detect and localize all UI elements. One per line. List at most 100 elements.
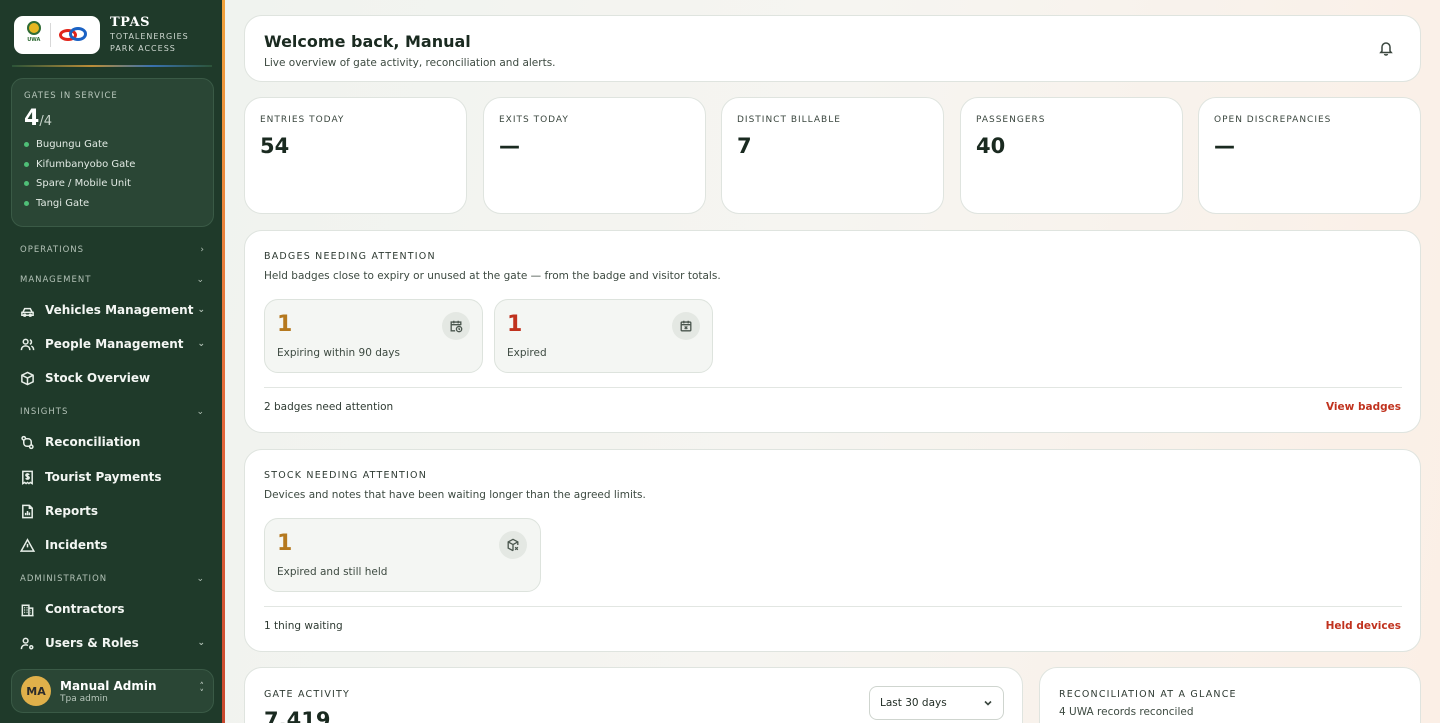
logo-divider: [50, 22, 52, 47]
chevron-down-icon: ⌄: [196, 275, 205, 285]
receipt-icon: [20, 470, 35, 485]
stat-label: PASSENGERS: [976, 115, 1046, 125]
gate-item: Tangi Gate: [24, 194, 201, 214]
gate-name: Tangi Gate: [36, 197, 90, 209]
date-range-value: Last 30 days: [880, 697, 947, 709]
page-subtitle: Live overview of gate activity, reconcil…: [264, 57, 556, 69]
divider: [264, 387, 1402, 388]
stat-label: DISTINCT BILLABLE: [737, 115, 841, 125]
tile-value: 1: [277, 312, 293, 337]
stock-attention-card: STOCK NEEDING ATTENTION Devices and note…: [244, 449, 1421, 652]
users-icon: [20, 337, 35, 352]
stat-value: —: [1214, 134, 1235, 158]
gates-count-total: /4: [39, 114, 52, 129]
gate-activity-card: GATE ACTIVITY 7,419 Last 30 days: [244, 667, 1023, 723]
totalenergies-logo-icon: [57, 23, 91, 47]
brand-title: TPAS: [110, 15, 150, 30]
stat-label: OPEN DISCREPANCIES: [1214, 115, 1332, 125]
sidebar-item-stock[interactable]: Stock Overview: [20, 367, 205, 389]
chevron-down-icon: ⌄: [196, 407, 205, 417]
sidebar-item-label: Reports: [45, 504, 99, 518]
sidebar-item-incidents[interactable]: Incidents: [20, 534, 205, 556]
stat-card-open-discrepancies: OPEN DISCREPANCIES —: [1198, 97, 1421, 214]
sidebar-item-users-roles[interactable]: Users & Roles ⌄: [20, 632, 205, 654]
badges-expired-tile[interactable]: 1 Expired: [494, 299, 713, 373]
section-title: BADGES NEEDING ATTENTION: [264, 251, 436, 262]
brand-subtitle-2: PARK ACCESS: [110, 44, 176, 53]
stat-card-passengers: PASSENGERS 40: [960, 97, 1183, 214]
chevron-down-icon: [984, 700, 992, 706]
sidebar-item-reconciliation[interactable]: Reconciliation: [20, 431, 205, 453]
badges-footer-text: 2 badges need attention: [264, 401, 394, 413]
sidebar-item-vehicles[interactable]: Vehicles Management ⌄: [20, 299, 205, 321]
gate-status-dot: [24, 200, 29, 206]
gate-name: Spare / Mobile Unit: [36, 178, 131, 190]
chevron-right-icon: ›: [200, 245, 205, 255]
bell-icon[interactable]: [1378, 40, 1394, 56]
car-icon: [20, 303, 35, 318]
sidebar-item-people[interactable]: People Management ⌄: [20, 333, 205, 355]
sidebar-item-label: Contractors: [45, 602, 125, 616]
user-role: Tpa admin: [60, 693, 108, 704]
user-cog-icon: [20, 636, 35, 651]
sidebar-item-contractors[interactable]: Contractors: [20, 598, 205, 620]
stat-value: 54: [260, 134, 290, 158]
section-title: STOCK NEEDING ATTENTION: [264, 470, 428, 481]
sidebar-item-label: Stock Overview: [45, 371, 151, 385]
sidebar-accent-edge: [222, 0, 225, 723]
gate-status-dot: [24, 161, 29, 167]
sidebar-item-reports[interactable]: Reports: [20, 500, 205, 522]
calendar-clock-icon: [442, 312, 470, 340]
welcome-card: Welcome back, Manual Live overview of ga…: [244, 15, 1421, 82]
tile-label: Expired: [507, 347, 547, 359]
sidebar-item-label: People Management: [45, 337, 184, 351]
file-chart-icon: [20, 504, 35, 519]
user-name: Manual Admin: [60, 678, 157, 693]
section-subtitle: 4 UWA records reconciled: [1059, 706, 1194, 718]
gate-list: Bugungu Gate Kifumbanyobo Gate Spare / M…: [24, 135, 201, 213]
tile-label: Expired and still held: [277, 566, 388, 578]
gate-status-dot: [24, 142, 29, 148]
section-title: RECONCILIATION AT A GLANCE: [1059, 689, 1237, 700]
gate-name: Bugungu Gate: [36, 139, 109, 151]
gate-item: Bugungu Gate: [24, 135, 201, 155]
nav-section-operations[interactable]: OPERATIONS ›: [20, 245, 205, 255]
held-devices-link[interactable]: Held devices: [1326, 620, 1401, 632]
nav-section-management[interactable]: MANAGEMENT ⌄: [20, 275, 205, 285]
stat-label: EXITS TODAY: [499, 115, 569, 125]
nav-section-administration[interactable]: ADMINISTRATION ⌄: [20, 574, 205, 584]
badges-attention-card: BADGES NEEDING ATTENTION Held badges clo…: [244, 230, 1421, 433]
nav-section-insights[interactable]: INSIGHTS ⌄: [20, 407, 205, 417]
brand-text: TPAS TOTALENERGIES PARK ACCESS: [110, 15, 189, 54]
brand-subtitle-1: TOTALENERGIES: [110, 32, 189, 41]
sidebar-item-label: Vehicles Management: [45, 303, 194, 317]
chevron-down-icon: ⌄: [197, 638, 205, 648]
sidebar-item-label: Reconciliation: [45, 435, 141, 449]
gate-item: Kifumbanyobo Gate: [24, 155, 201, 175]
reconciliation-glance-card: RECONCILIATION AT A GLANCE 4 UWA records…: [1039, 667, 1421, 723]
stat-value: —: [499, 134, 520, 158]
git-compare-icon: [20, 435, 35, 450]
view-badges-link[interactable]: View badges: [1326, 401, 1401, 413]
package-icon: [20, 371, 35, 386]
stat-label: ENTRIES TODAY: [260, 115, 345, 125]
sidebar-item-label: Incidents: [45, 538, 108, 552]
user-menu[interactable]: MA Manual Admin Tpa admin ˄ ˅: [11, 669, 214, 713]
gates-in-service-card: GATES IN SERVICE 4/4 Bugungu Gate Kifumb…: [11, 78, 214, 227]
tile-value: 1: [507, 312, 523, 337]
building-icon: [20, 602, 35, 617]
sidebar-item-label: Users & Roles: [45, 636, 139, 650]
sidebar-item-tourist-payments[interactable]: Tourist Payments: [20, 466, 205, 488]
package-x-icon: [499, 531, 527, 559]
nav-section-label: MANAGEMENT: [20, 275, 92, 285]
gate-item: Spare / Mobile Unit: [24, 174, 201, 194]
date-range-select[interactable]: Last 30 days: [869, 686, 1004, 720]
chevron-down-icon: ⌄: [196, 574, 205, 584]
stat-card-distinct-billable: DISTINCT BILLABLE 7: [721, 97, 944, 214]
tile-value: 1: [277, 531, 293, 556]
stock-held-tile[interactable]: 1 Expired and still held: [264, 518, 541, 592]
gates-count-value: 4: [24, 106, 40, 131]
uwa-logo-text: UWA: [27, 36, 41, 43]
badges-expiring-tile[interactable]: 1 Expiring within 90 days: [264, 299, 483, 373]
brand[interactable]: UWA TPAS TOTALENERGIES PARK ACCESS: [14, 15, 189, 54]
